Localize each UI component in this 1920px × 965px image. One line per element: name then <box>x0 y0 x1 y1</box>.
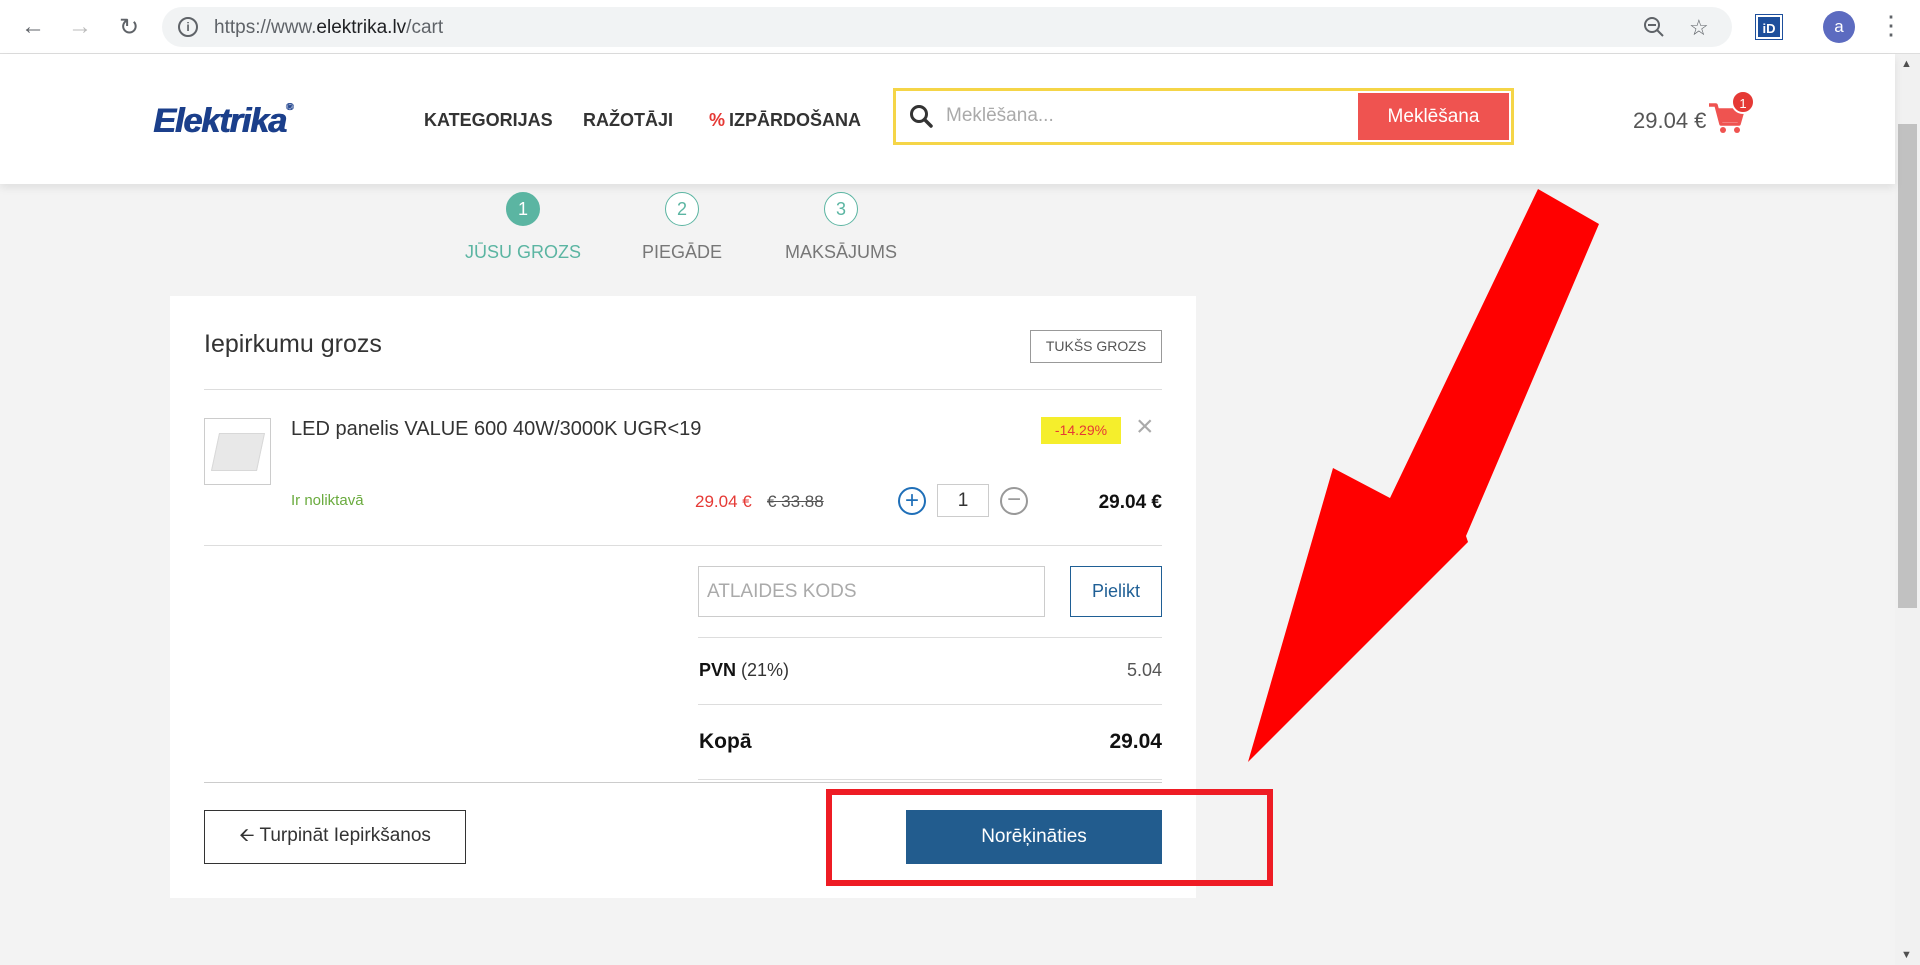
divider <box>698 637 1162 638</box>
menu-manufacturers[interactable]: RAŽOTĀJI <box>583 110 673 131</box>
step-number: 1 <box>506 192 540 226</box>
menu-categories[interactable]: KATEGORIJAS <box>424 110 553 131</box>
step-number: 3 <box>824 192 858 226</box>
page-scrollbar[interactable]: ▲ ▼ <box>1895 54 1920 965</box>
scroll-thumb[interactable] <box>1898 124 1917 608</box>
search-input[interactable] <box>946 101 1346 131</box>
arrow-left-icon: 🡨 <box>239 825 255 846</box>
search-icon <box>910 105 933 128</box>
divider <box>204 389 1162 390</box>
total-value: 29.04 <box>1109 730 1162 753</box>
apply-coupon-button[interactable]: Pielikt <box>1070 566 1162 617</box>
total-label: Kopā <box>699 730 752 753</box>
step-label: MAKSĀJUMS <box>784 242 898 262</box>
profile-avatar[interactable]: a <box>1823 11 1855 43</box>
search-button[interactable]: Meklēšana <box>1358 93 1509 140</box>
step-payment: 3 MAKSĀJUMS <box>761 192 921 263</box>
menu-sale[interactable]: % IZPĀRDOŠANA <box>709 110 861 131</box>
annotation-highlight-box <box>826 789 1273 886</box>
site-logo[interactable]: Elektrika® <box>153 102 293 141</box>
search-box: Meklēšana <box>893 88 1514 145</box>
vat-label: PVN (21%) <box>699 660 790 680</box>
divider <box>698 779 1162 780</box>
divider <box>204 782 1162 783</box>
step-number: 2 <box>665 192 699 226</box>
url-text[interactable]: https://www.elektrika.lv/cart <box>214 17 443 39</box>
zoom-out-icon[interactable] <box>1642 15 1666 45</box>
step-delivery: 2 PIEGĀDE <box>602 192 762 263</box>
cart-count-badge: 1 <box>1731 90 1755 114</box>
stock-status: Ir noliktavā <box>291 492 364 509</box>
coupon-code-input[interactable] <box>698 566 1045 617</box>
address-bar[interactable]: i https://www.elektrika.lv/cart ☆ <box>162 7 1732 47</box>
vat-value: 5.04 <box>1126 660 1162 680</box>
back-icon[interactable]: ← <box>16 10 50 44</box>
site-header: Elektrika® KATEGORIJAS RAŽOTĀJI % IZPĀRDO… <box>0 54 1895 184</box>
product-thumbnail[interactable] <box>204 418 271 485</box>
continue-shopping-button[interactable]: 🡨 Turpināt Iepirkšanos <box>204 810 466 864</box>
decrease-quantity-icon[interactable]: − <box>1000 487 1028 515</box>
forward-icon[interactable]: → <box>63 10 97 44</box>
increase-quantity-icon[interactable]: + <box>898 487 926 515</box>
header-cart-total[interactable]: 29.04 € <box>1633 108 1706 134</box>
reload-icon[interactable]: ↻ <box>112 10 146 44</box>
step-label: PIEGĀDE <box>641 242 723 262</box>
sale-percent-icon: % <box>709 110 726 130</box>
product-name[interactable]: LED panelis VALUE 600 40W/3000K UGR<19 <box>291 418 701 441</box>
scroll-up-icon[interactable]: ▲ <box>1901 58 1912 70</box>
divider <box>698 704 1162 705</box>
line-total: 29.04 € <box>1098 492 1162 513</box>
divider <box>204 545 1162 546</box>
empty-cart-button[interactable]: TUKŠS GROZS <box>1030 330 1162 363</box>
price-current: 29.04 € <box>695 492 752 511</box>
browser-menu-icon[interactable]: ⋮ <box>1878 10 1904 41</box>
info-icon[interactable]: i <box>178 17 198 37</box>
step-label: JŪSU GROZS <box>464 242 581 262</box>
browser-toolbar: ← → ↻ i https://www.elektrika.lv/cart ☆ … <box>0 0 1920 54</box>
remove-item-icon[interactable]: × <box>1136 410 1154 444</box>
bookmark-star-icon[interactable]: ☆ <box>1689 15 1709 41</box>
price-original: € 33.88 <box>767 492 824 511</box>
extension-id-icon[interactable]: iD <box>1755 14 1783 40</box>
quantity-input[interactable] <box>937 484 989 517</box>
cart-title: Iepirkumu grozs <box>204 330 382 358</box>
discount-badge: -14.29% <box>1041 417 1121 444</box>
step-cart: 1 JŪSU GROZS <box>443 192 603 263</box>
scroll-down-icon[interactable]: ▼ <box>1901 949 1912 961</box>
